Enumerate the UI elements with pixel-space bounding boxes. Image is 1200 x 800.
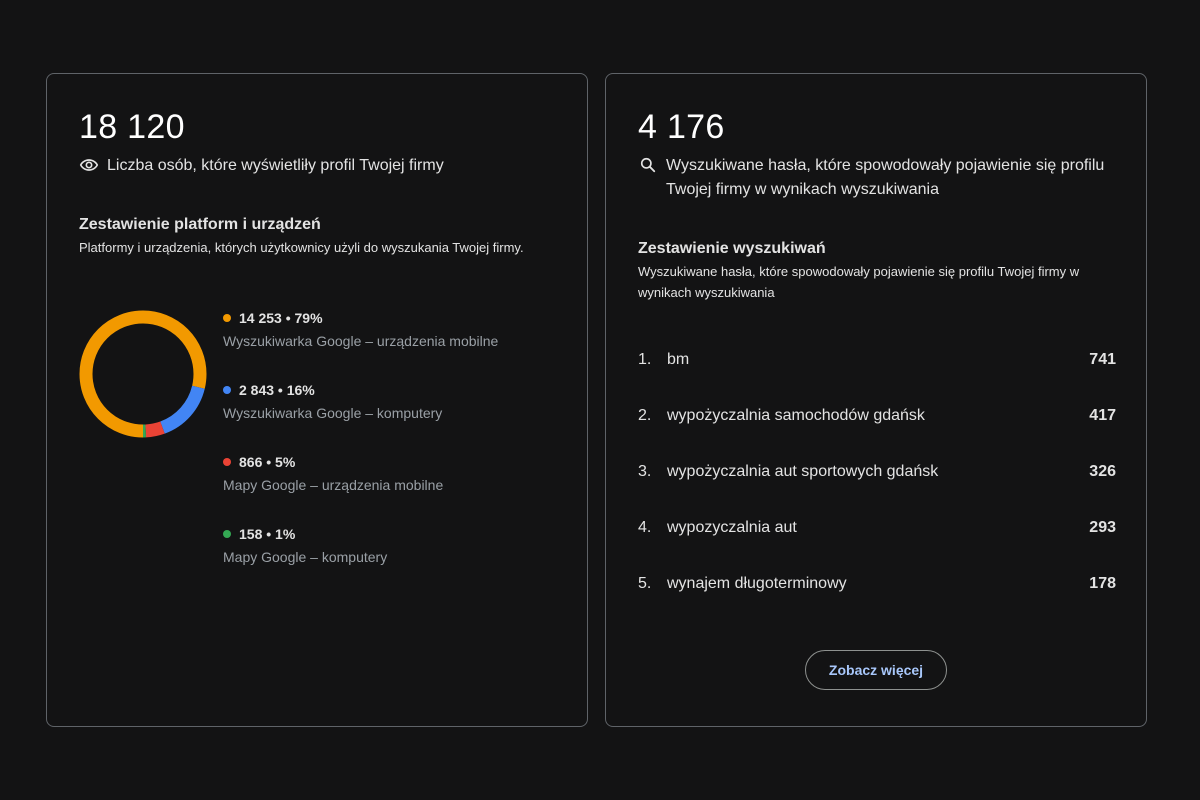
query-term: wynajem długoterminowy (667, 575, 847, 592)
legend-label: Wyszukiwarka Google – urządzenia mobilne (223, 333, 499, 349)
query-row: 5. wynajem długoterminowy 178 (638, 572, 1116, 596)
legend-stat: 158 • 1% (239, 526, 296, 542)
query-count: 417 (1089, 407, 1116, 424)
searches-total: 4 176 (638, 108, 725, 146)
query-row: 3. wypożyczalnia aut sportowych gdańsk 3… (638, 460, 1116, 484)
query-term: wypozyczalnia aut (667, 519, 797, 536)
query-rank: 4. (638, 519, 652, 536)
blue-dot-icon (223, 386, 231, 394)
search-icon (640, 157, 656, 173)
platform-donut-chart (79, 310, 207, 438)
query-rank: 3. (638, 463, 652, 480)
legend-stat: 866 • 5% (239, 454, 296, 470)
legend-item-desktop-search: 2 843 • 16% Wyszukiwarka Google – komput… (223, 382, 543, 421)
legend-label: Mapy Google – komputery (223, 549, 388, 565)
query-rank: 5. (638, 575, 652, 592)
legend-item-mobile-maps: 866 • 5% Mapy Google – urządzenia mobiln… (223, 454, 543, 493)
eye-icon (79, 159, 99, 171)
query-count: 326 (1089, 463, 1116, 480)
query-row: 4. wypozyczalnia aut 293 (638, 516, 1116, 540)
searches-description: Wyszukiwane hasła, które spowodowały poj… (666, 157, 1105, 198)
query-rank: 2. (638, 407, 652, 424)
platform-breakdown-title: Zestawienie platform i urządzeń (79, 216, 321, 233)
query-term: bm (667, 351, 690, 368)
legend-stat: 14 253 • 79% (239, 310, 323, 326)
searches-card: 4 176 Wyszukiwane hasła, które spowodowa… (605, 73, 1147, 727)
query-count: 293 (1089, 519, 1116, 536)
query-count: 178 (1089, 575, 1116, 592)
red-dot-icon (223, 458, 231, 466)
query-row: 2. wypożyczalnia samochodów gdańsk 417 (638, 404, 1116, 428)
see-more-button[interactable]: Zobacz więcej (805, 650, 947, 690)
profile-views-card: 18 120 Liczba osób, które wyświetliły pr… (46, 73, 588, 727)
profile-views-metric: Liczba osób, które wyświetliły profil Tw… (79, 154, 444, 178)
query-term: wypożyczalnia samochodów gdańsk (667, 407, 925, 424)
search-breakdown-description: Wyszukiwane hasła, które spowodowały poj… (638, 264, 1080, 300)
legend-label: Mapy Google – urządzenia mobilne (223, 477, 444, 493)
query-term: wypożyczalnia aut sportowych gdańsk (667, 463, 939, 480)
query-count: 741 (1089, 351, 1116, 368)
searches-metric: Wyszukiwane hasła, które spowodowały poj… (638, 154, 1126, 202)
legend-stat: 2 843 • 16% (239, 382, 315, 398)
query-rank: 1. (638, 351, 652, 368)
profile-views-description: Liczba osób, które wyświetliły profil Tw… (107, 157, 444, 174)
green-dot-icon (223, 530, 231, 538)
platform-breakdown-description: Platformy i urządzenia, których użytkown… (79, 240, 524, 255)
query-row: 1. bm 741 (638, 348, 1116, 372)
legend-label: Wyszukiwarka Google – komputery (223, 405, 443, 421)
legend-item-mobile-search: 14 253 • 79% Wyszukiwarka Google – urząd… (223, 310, 543, 349)
search-breakdown-title: Zestawienie wyszukiwań (638, 240, 826, 257)
orange-dot-icon (223, 314, 231, 322)
profile-views-total: 18 120 (79, 108, 185, 146)
legend-item-desktop-maps: 158 • 1% Mapy Google – komputery (223, 526, 543, 565)
